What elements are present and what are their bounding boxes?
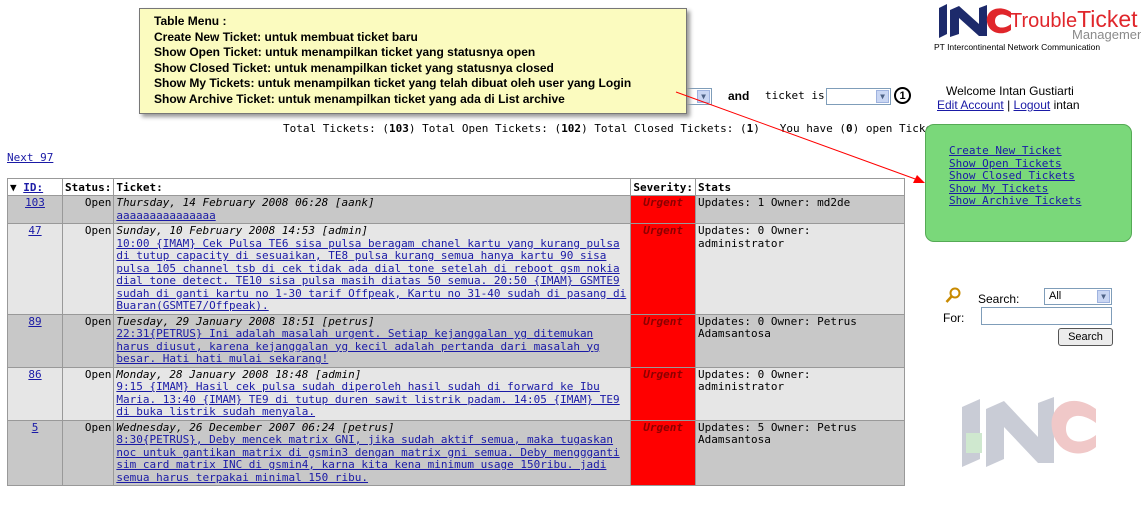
ticket-body-link[interactable]: 9:15 {IMAM} Hasil cek pulsa sudah dipero…: [116, 380, 619, 418]
ticket-id-cell: 86: [7, 366, 63, 421]
search-input[interactable]: [981, 307, 1112, 325]
sort-id-link[interactable]: ID:: [23, 181, 43, 194]
tooltip-title: Table Menu :: [154, 14, 227, 28]
table-row: 103 Open Thursday, 14 February 2008 06:2…: [7, 195, 906, 224]
ticket-id-link[interactable]: 47: [28, 224, 41, 237]
account-links: Edit Account | Logout intan: [937, 98, 1080, 112]
brand-trouble: Trouble: [1010, 10, 1078, 32]
search-button[interactable]: Search: [1058, 328, 1113, 346]
and-label: and: [728, 89, 750, 103]
search-scope-select[interactable]: All ▼: [1044, 288, 1112, 305]
show-closed-tickets-link[interactable]: Show Closed Tickets: [949, 169, 1131, 183]
show-archive-tickets-link[interactable]: Show Archive Tickets: [949, 194, 1131, 208]
company-name: PT Intercontinental Network Communicatio…: [934, 42, 1101, 52]
ticket-id-link[interactable]: 86: [28, 368, 41, 381]
table-row: 47 Open Sunday, 10 February 2008 14:53 […: [7, 223, 906, 315]
tooltip-line: Create New Ticket: untuk membuat ticket …: [154, 29, 418, 44]
closed-count: 1: [746, 122, 754, 135]
tickets-table: ▼ ID: Status: Ticket: Severity: Stats 10…: [7, 178, 906, 486]
ticket-id-cell: 5: [7, 419, 63, 486]
ticket-body-link[interactable]: aaaaaaaaaaaaaaa: [116, 209, 215, 222]
ticket-column-header: Ticket:: [113, 178, 632, 196]
separator: |: [1007, 98, 1011, 112]
sort-desc-icon: ▼: [10, 180, 17, 194]
table-menu-tooltip: Table Menu : Create New Ticket: untuk me…: [139, 8, 687, 114]
severity-cell: Urgent: [630, 195, 696, 224]
tooltip-line: Show Closed Ticket: untuk menampilkan ti…: [154, 60, 554, 75]
status-cell: Open: [61, 313, 115, 368]
ticket-cell: Monday, 28 January 2008 18:48 [admin] 9:1…: [113, 366, 632, 421]
tooltip-line: Show Open Ticket: untuk menampilkan tick…: [154, 45, 536, 59]
annotation-marker: 1: [894, 87, 911, 104]
tooltip-line: Show Archive Ticket: untuk menampilkan t…: [154, 91, 565, 106]
ticket-cell: Tuesday, 29 January 2008 18:51 [petrus] 2…: [113, 313, 632, 368]
edit-account-link[interactable]: Edit Account: [937, 98, 1004, 112]
ticket-id-cell: 103: [7, 195, 63, 224]
you-have-label: You have: [779, 122, 833, 135]
trouble-ticket-logo: TroubleTicket Management PT Intercontine…: [932, 4, 1141, 54]
logout-link[interactable]: Logout: [1014, 98, 1051, 112]
tooltip-line: Show My Tickets: untuk menampilkan ticke…: [154, 76, 632, 90]
next-page-link[interactable]: Next 97: [7, 151, 53, 164]
search-magnifier-icon: [945, 287, 961, 303]
ticket-menu-panel: Create New Ticket Show Open Tickets Show…: [925, 124, 1132, 242]
inc-watermark-logo: [962, 397, 1096, 467]
ticket-cell: Sunday, 10 February 2008 14:53 [admin] 10…: [113, 223, 632, 315]
chevron-down-icon: ▼: [876, 90, 889, 103]
chevron-down-icon: ▼: [697, 90, 710, 103]
ticket-cell: Thursday, 14 February 2008 06:28 [aank] a…: [113, 195, 632, 224]
total-label: Total Tickets:: [283, 122, 376, 135]
id-column-header[interactable]: ▼ ID:: [7, 178, 63, 196]
ticket-is-select[interactable]: ▼: [826, 88, 891, 105]
severity-cell: Urgent: [630, 419, 696, 486]
stats-cell: Updates: 0 Owner: Petrus Adamsantosa: [694, 313, 906, 368]
severity-cell: Urgent: [630, 313, 696, 368]
open-label: Total Open Tickets:: [422, 122, 548, 135]
table-row: 5 Open Wednesday, 26 December 2007 06:24…: [7, 419, 906, 486]
create-ticket-link[interactable]: Create New Ticket: [949, 144, 1131, 158]
ticket-body-link[interactable]: 10:00 {IMAM} Cek Pulsa TE6 sisa pulsa be…: [116, 237, 626, 313]
ticket-id-cell: 47: [7, 223, 63, 315]
ticket-summary: Total Tickets: (103) Total Open Tickets:…: [283, 122, 952, 135]
ticket-body-link[interactable]: 22:31{PETRUS} Ini adalah masalah urgent.…: [116, 327, 599, 365]
open-count: 102: [561, 122, 582, 135]
stats-cell: Updates: 0 Owner: administrator: [694, 366, 906, 421]
table-header-row: ▼ ID: Status: Ticket: Severity: Stats: [7, 178, 906, 196]
ticket-is-label: ticket is:: [765, 89, 832, 102]
username: intan: [1053, 98, 1080, 112]
stats-column-header: Stats: [694, 178, 906, 196]
ticket-id-link[interactable]: 5: [32, 421, 39, 434]
stats-cell: Updates: 5 Owner: Petrus Adamsantosa: [694, 419, 906, 486]
search-for-label: For:: [943, 311, 965, 325]
severity-cell: Urgent: [630, 366, 696, 421]
brand-management: Management: [1072, 27, 1141, 42]
chevron-down-icon: ▼: [1097, 290, 1110, 303]
welcome-text: Welcome Intan Gustiarti: [946, 84, 1074, 98]
search-label: Search:: [978, 292, 1020, 306]
total-count: 103: [388, 122, 409, 135]
severity-column-header: Severity:: [630, 178, 696, 196]
status-cell: Open: [61, 223, 115, 315]
stats-cell: Updates: 1 Owner: md2de: [694, 195, 906, 224]
closed-label: Total Closed Tickets:: [594, 122, 734, 135]
my-open-count: 0: [846, 122, 853, 135]
status-cell: Open: [61, 195, 115, 224]
ticket-cell: Wednesday, 26 December 2007 06:24 [petru…: [113, 419, 632, 486]
ticket-body-link[interactable]: 8:30{PETRUS}, Deby mencek matrix GNI, ji…: [116, 433, 619, 484]
ticket-id-link[interactable]: 89: [28, 315, 41, 328]
inc-logo-icon: [939, 4, 1011, 38]
stats-cell: Updates: 0 Owner: administrator: [694, 223, 906, 315]
table-row: 89 Open Tuesday, 29 January 2008 18:51 […: [7, 313, 906, 368]
status-column-header: Status:: [61, 178, 115, 196]
search-scope-value: All: [1049, 290, 1062, 302]
ticket-id-link[interactable]: 103: [25, 196, 45, 209]
table-row: 86 Open Monday, 28 January 2008 18:48 [a…: [7, 366, 906, 421]
ticket-id-cell: 89: [7, 313, 63, 368]
severity-cell: Urgent: [630, 223, 696, 315]
status-cell: Open: [61, 419, 115, 486]
status-cell: Open: [61, 366, 115, 421]
